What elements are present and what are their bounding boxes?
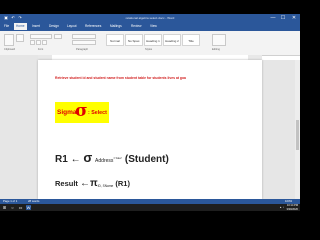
tab-file[interactable]: File [2,23,11,30]
sigma-highlight-box: Sigma σ : Select [55,101,109,123]
style-heading-1[interactable]: Heading 1 [144,34,162,46]
tab-mailings[interactable]: Mailings [108,23,124,30]
sigma-operator: σ [83,150,93,165]
style-heading-2[interactable]: Heading 2 [163,34,181,46]
maximize-button[interactable]: ☐ [278,14,288,22]
word-window: ▣ ↶ ↷ relational algebra select.docx - W… [0,14,300,211]
list-buttons[interactable] [72,34,96,39]
vertical-scrollbar[interactable] [295,60,300,199]
bold-button[interactable] [30,40,35,45]
align-buttons[interactable] [72,40,96,45]
close-button[interactable]: ✕ [289,14,299,22]
group-label-clipboard: Clipboard [4,48,16,51]
window-title: relational algebra select.docx - Word [125,16,175,20]
result-arrow: ← [80,178,91,189]
scrollbar-thumb[interactable] [296,120,299,150]
windows-taskbar: ⊞ ○ ▭ W ▲ ♪ 10:14 PM 3/30/2020 [0,204,300,211]
document-page[interactable]: Retrieve student id and student name fro… [38,60,262,199]
group-label-styles: Styles [145,48,153,51]
result-relation: (R1) [115,179,130,188]
ribbon-tabs: File Home Insert Design Layout Reference… [0,22,300,31]
tab-design[interactable]: Design [47,23,61,30]
word-app-icon[interactable]: W [26,205,31,210]
tab-insert[interactable]: Insert [30,23,42,30]
style-normal[interactable]: Normal [106,34,124,46]
font-size-dropdown[interactable] [54,34,62,39]
style-no-spacing[interactable]: No Spac. [125,34,143,46]
tab-layout[interactable]: Layout [65,23,79,30]
projection-attributes: ID, SName [97,184,114,188]
tab-references[interactable]: References [83,23,103,30]
file-explorer-icon[interactable]: ▭ [18,205,23,210]
condition-value: ='Alex' [113,156,123,160]
pi-operator: π [90,178,98,189]
instruction-text: Retrieve student id and student name fro… [55,76,186,80]
cut-button[interactable] [16,34,24,42]
title-bar: ▣ ↶ ↷ relational algebra select.docx - W… [0,14,300,22]
redo-icon[interactable]: ↷ [17,15,23,21]
clock-date: 3/30/2020 [286,207,298,211]
r1-expression: R1 ← σ Address='Alex' (Student) [55,151,169,168]
underline-button[interactable] [42,40,47,45]
tab-review[interactable]: Review [129,23,143,30]
undo-icon[interactable]: ↶ [10,15,16,21]
result-expression: Result ←πID, SName (R1) [55,178,130,192]
ribbon-toolbar: Normal No Spac. Heading 1 Heading 2 Titl… [0,31,300,56]
sigma-word: Sigma [57,109,77,116]
clock[interactable]: 10:14 PM 3/30/2020 [286,204,298,211]
system-tray-icons[interactable]: ▲ ♪ [279,205,284,210]
tab-view[interactable]: View [148,23,159,30]
windows-start-icon[interactable]: ⊞ [2,205,7,210]
result-label: Result [55,179,78,188]
minimize-button[interactable]: — [268,14,278,22]
r1-label: R1 [55,154,68,165]
save-icon[interactable]: ▣ [3,15,9,21]
condition-attribute: Address [95,158,114,164]
assign-arrow: ← [70,154,81,165]
italic-button[interactable] [36,40,41,45]
style-title[interactable]: Title [182,34,200,46]
clock-time: 10:14 PM [286,204,298,207]
r1-relation: (Student) [124,154,169,165]
font-name-dropdown[interactable] [30,34,52,39]
select-label: : Select [88,110,107,116]
group-label-font: Font [38,48,44,51]
group-label-paragraph: Paragraph [76,48,89,51]
tab-home[interactable]: Home [14,23,27,30]
group-label-editing: Editing [212,48,220,51]
search-icon[interactable]: ○ [10,205,15,210]
paste-button[interactable] [4,34,14,46]
find-replace-button[interactable] [212,34,226,46]
sigma-symbol: σ [75,101,88,121]
